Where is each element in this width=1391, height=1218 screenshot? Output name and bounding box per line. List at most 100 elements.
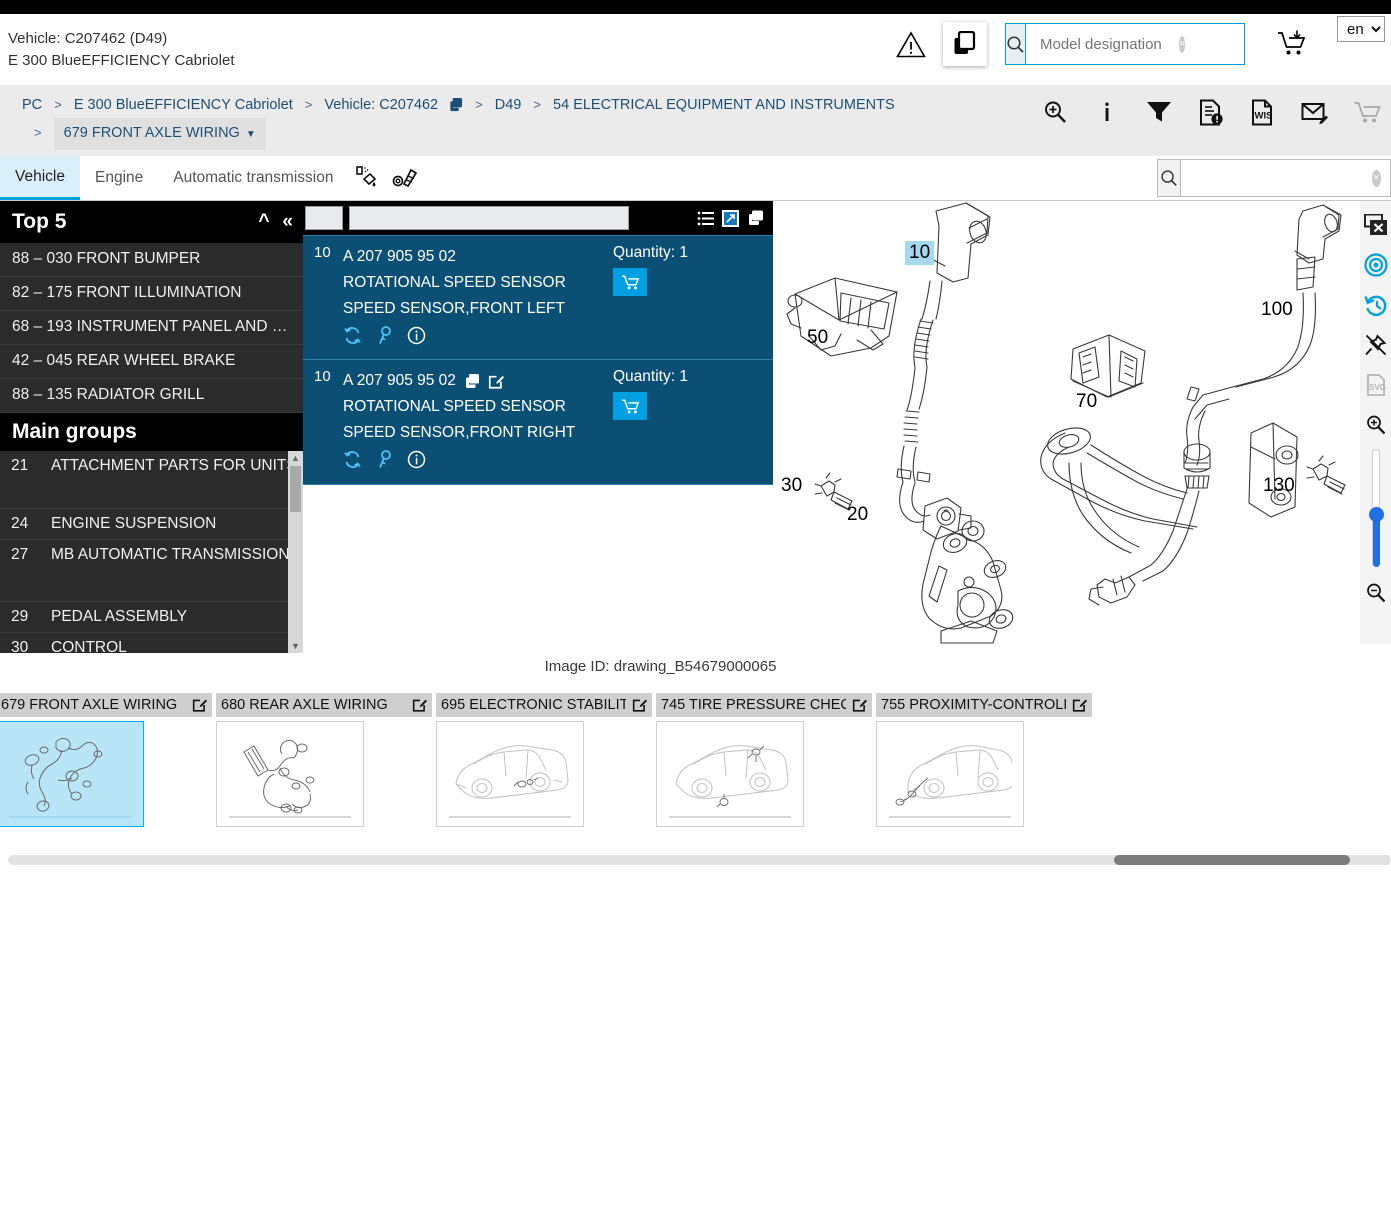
document-alert-icon[interactable] [1193, 94, 1229, 130]
list-view-icon[interactable] [695, 208, 715, 228]
edit-icon[interactable] [488, 373, 504, 389]
edit-icon[interactable] [412, 697, 427, 712]
technical-drawing-panel[interactable]: 10 50 30 20 70 100 130 SVG [773, 201, 1391, 644]
main-group-item[interactable]: 24 ENGINE SUSPENSION [0, 509, 303, 540]
mail-edit-icon[interactable] [1297, 94, 1333, 130]
list-item[interactable]: 695 ELECTRONIC STABILITY PROGRAM (ESP) [436, 693, 652, 827]
top5-item[interactable]: 42 – 045 REAR WHEEL BRAKE [0, 345, 303, 379]
thumbnail-label-bar[interactable]: 679 FRONT AXLE WIRING [0, 693, 212, 717]
content-search-box[interactable]: × [1157, 159, 1391, 197]
warning-triangle-icon[interactable] [891, 24, 931, 64]
top5-item[interactable]: 88 – 030 FRONT BUMPER [0, 243, 303, 277]
thumbnail-image[interactable] [0, 721, 144, 827]
info-circle-icon[interactable] [407, 450, 426, 469]
thumbnail-image[interactable] [656, 721, 804, 827]
parts-filter-number-input[interactable] [305, 206, 343, 230]
copy-icon[interactable] [464, 373, 480, 389]
svg-export-icon[interactable]: SVG [1360, 365, 1391, 405]
breadcrumb-current-dropdown[interactable]: 679 FRONT AXLE WIRING ▼ [53, 118, 266, 150]
zoom-out-icon[interactable] [1360, 573, 1391, 613]
refresh-icon[interactable] [343, 450, 362, 469]
thumbnail-label-bar[interactable]: 695 ELECTRONIC STABILITY PROGRAM (ESP) [436, 693, 652, 717]
expand-fullscreen-icon[interactable] [720, 208, 740, 228]
table-row[interactable]: 10 A 207 905 95 02 ROTATIONAL SPEED SENS… [303, 360, 773, 485]
search-icon[interactable] [1158, 160, 1181, 196]
cart-icon[interactable] [1349, 94, 1385, 130]
list-item[interactable]: 745 TIRE PRESSURE CHECK [656, 693, 872, 827]
top5-item[interactable]: 68 – 193 INSTRUMENT PANEL AND GL... [0, 311, 303, 345]
callout-100[interactable]: 100 [1261, 299, 1293, 321]
scroll-down-arrow-icon[interactable]: ▼ [288, 639, 303, 653]
edit-icon[interactable] [632, 697, 647, 712]
edit-icon[interactable] [852, 697, 867, 712]
top5-item[interactable]: 82 – 175 FRONT ILLUMINATION [0, 277, 303, 311]
thumbnail-image[interactable] [436, 721, 584, 827]
clear-icon[interactable]: × [1179, 35, 1186, 53]
edit-icon[interactable] [192, 697, 207, 712]
zoom-slider[interactable] [1368, 449, 1384, 567]
search-icon[interactable] [1006, 24, 1026, 64]
thumbnail-label-bar[interactable]: 755 PROXIMITY-CONTROLLED CRUISE CONTRO [876, 693, 1092, 717]
zoom-in-icon[interactable] [1360, 405, 1391, 445]
scrollbar-thumb[interactable] [1114, 855, 1350, 865]
list-item[interactable]: 679 FRONT AXLE WIRING [0, 693, 212, 827]
thumbnail-image[interactable] [216, 721, 364, 827]
paint-spray-icon[interactable] [348, 156, 386, 200]
list-item[interactable]: 755 PROXIMITY-CONTROLLED CRUISE CONTRO [876, 693, 1092, 827]
model-search-box[interactable]: × [1005, 23, 1245, 65]
info-icon[interactable] [1089, 94, 1125, 130]
callout-10[interactable]: 10 [905, 241, 935, 265]
callout-50[interactable]: 50 [807, 327, 828, 349]
main-groups-scrollbar[interactable]: ▲ ▼ [288, 451, 303, 653]
callout-20[interactable]: 20 [847, 504, 868, 526]
breadcrumb-item-pc[interactable]: PC [22, 97, 42, 113]
key-icon[interactable] [376, 326, 393, 345]
thumbnail-label-bar[interactable]: 680 REAR AXLE WIRING [216, 693, 432, 717]
duplicate-window-icon[interactable] [745, 208, 765, 228]
reset-history-icon[interactable] [1360, 285, 1391, 325]
wis-document-icon[interactable]: WIS [1245, 94, 1281, 130]
slider-thumb[interactable] [1368, 507, 1384, 523]
horizontal-scrollbar[interactable] [8, 855, 1391, 865]
tab-vehicle[interactable]: Vehicle [0, 156, 80, 200]
tab-engine[interactable]: Engine [80, 156, 158, 200]
copy-icon[interactable] [448, 97, 463, 112]
part-number[interactable]: A 207 905 95 02 [343, 368, 456, 394]
breadcrumb-item-model[interactable]: E 300 BlueEFFICIENCY Cabriolet [74, 97, 293, 113]
fastener-bolt-icon[interactable] [386, 156, 424, 200]
parts-filter-text-input[interactable] [349, 206, 629, 230]
close-panel-icon[interactable] [1360, 205, 1391, 245]
thumbnail-image[interactable] [876, 721, 1024, 827]
scroll-up-arrow-icon[interactable]: ▲ [288, 451, 303, 465]
part-number[interactable]: A 207 905 95 02 [343, 244, 456, 270]
add-to-cart-icon[interactable] [1271, 30, 1315, 58]
main-group-item[interactable]: 29 PEDAL ASSEMBLY [0, 602, 303, 633]
tab-automatic-transmission[interactable]: Automatic transmission [158, 156, 348, 200]
language-select[interactable]: en [1337, 16, 1385, 42]
breadcrumb-item-d49[interactable]: D49 [495, 97, 522, 113]
breadcrumb-item-group[interactable]: 54 ELECTRICAL EQUIPMENT AND INSTRUMENTS [553, 97, 895, 113]
callout-70[interactable]: 70 [1076, 391, 1097, 413]
callout-30[interactable]: 30 [781, 475, 802, 497]
unpin-icon[interactable] [1360, 325, 1391, 365]
add-to-cart-button[interactable] [613, 268, 647, 296]
content-search-input[interactable] [1180, 160, 1372, 196]
zoom-in-icon[interactable] [1037, 94, 1073, 130]
info-circle-icon[interactable] [407, 326, 426, 345]
chevron-up-icon[interactable]: ^ [258, 212, 269, 231]
main-group-item[interactable]: 30 CONTROL [0, 633, 303, 653]
target-focus-icon[interactable] [1360, 245, 1391, 285]
model-search-input[interactable] [1026, 24, 1239, 64]
clear-icon[interactable]: × [1371, 169, 1381, 187]
table-row[interactable]: 10 A 207 905 95 02 ROTATIONAL SPEED SENS… [303, 235, 773, 360]
scrollbar-thumb[interactable] [290, 466, 301, 512]
copy-documents-icon[interactable] [943, 22, 987, 66]
edit-icon[interactable] [1072, 697, 1087, 712]
key-icon[interactable] [376, 450, 393, 469]
breadcrumb-item-vehicle[interactable]: Vehicle: C207462 [324, 97, 438, 113]
refresh-icon[interactable] [343, 326, 362, 345]
thumbnail-label-bar[interactable]: 745 TIRE PRESSURE CHECK [656, 693, 872, 717]
add-to-cart-button[interactable] [613, 392, 647, 420]
list-item[interactable]: 680 REAR AXLE WIRING [216, 693, 432, 827]
callout-130[interactable]: 130 [1263, 475, 1295, 497]
